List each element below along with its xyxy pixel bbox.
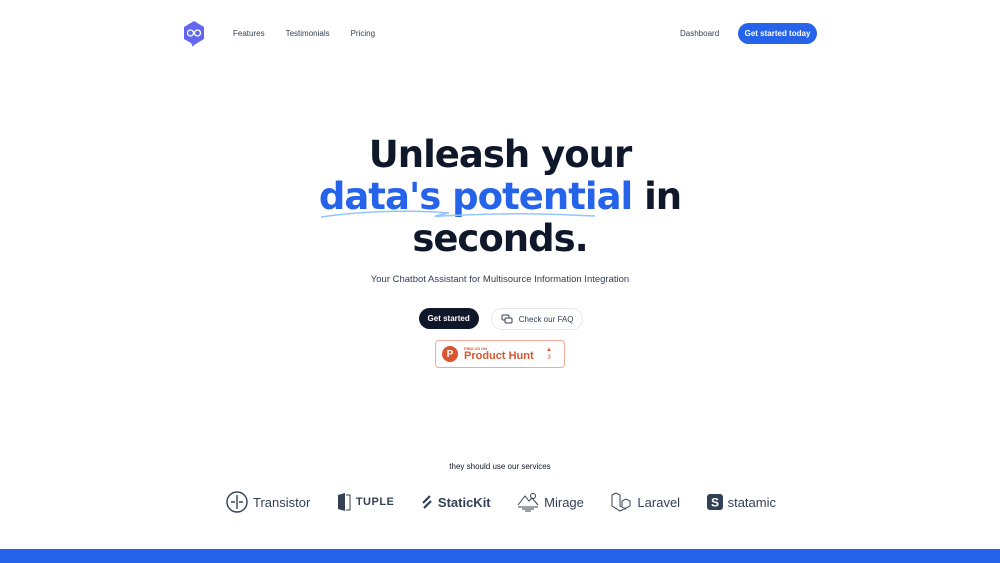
logo-transistor: Transistor <box>226 491 310 513</box>
statamic-icon: S <box>706 494 723 510</box>
get-started-button[interactable]: Get started <box>418 308 479 329</box>
hero-line-2-rest: in <box>632 175 682 218</box>
check-faq-label: Check our FAQ <box>518 314 574 324</box>
logo-laravel: Laravel <box>610 491 680 513</box>
hero-highlight: data's potential <box>319 175 633 218</box>
hero-subtitle: Your Chatbot Assistant for Multisource I… <box>370 274 630 285</box>
logo-statickit: StaticKit <box>421 494 491 510</box>
product-hunt-icon: P <box>442 346 458 362</box>
logo-text: StaticKit <box>437 494 491 510</box>
logo-tuple: TUPLE <box>337 492 395 512</box>
hero-heading: Unleash your data's potential in seconds… <box>0 134 1000 260</box>
vote-number: 3 <box>547 355 551 361</box>
logo-mirage: Mirage <box>517 492 584 512</box>
product-hunt-badge[interactable]: P FIND US ON Product Hunt ▲ 3 <box>435 340 565 368</box>
logo-text: Laravel <box>637 494 681 510</box>
nav-pricing[interactable]: Pricing <box>351 29 375 38</box>
statickit-icon <box>422 495 432 509</box>
hero-line-3: seconds. <box>412 217 588 260</box>
laravel-icon <box>611 492 631 512</box>
logo-statamic: Sstatamic <box>706 494 776 510</box>
upvote-count: ▲ 3 <box>546 346 552 362</box>
nav-dashboard[interactable]: Dashboard <box>680 29 719 38</box>
footer-band <box>0 549 1000 563</box>
product-hunt-title: Product Hunt <box>464 350 534 362</box>
chat-bubbles-icon <box>501 314 513 323</box>
check-faq-button[interactable]: Check our FAQ <box>490 308 584 330</box>
triangle-up-icon: ▲ <box>546 347 552 353</box>
logo-text: TUPLE <box>355 496 395 508</box>
nav-features[interactable]: Features <box>233 29 265 38</box>
mirage-icon <box>517 493 539 512</box>
clients-heading: they should use our services <box>449 462 551 471</box>
scribble-underline <box>320 210 595 218</box>
owl-logo-icon[interactable] <box>183 21 205 52</box>
logo-text: Transistor <box>253 494 311 510</box>
client-logos: Transistor TUPLE StaticKit Mirage Larave… <box>226 491 776 513</box>
get-started-today-button[interactable]: Get started today <box>738 23 817 44</box>
logo-text: Mirage <box>544 494 584 510</box>
hero-line-1: Unleash your <box>368 133 633 176</box>
transistor-icon <box>226 491 248 513</box>
top-nav: Features Testimonials Pricing Dashboard … <box>0 0 1000 68</box>
svg-text:S: S <box>711 496 719 510</box>
nav-testimonials[interactable]: Testimonials <box>286 29 330 38</box>
logo-text: statamic <box>727 494 776 510</box>
tuple-icon <box>337 493 351 511</box>
